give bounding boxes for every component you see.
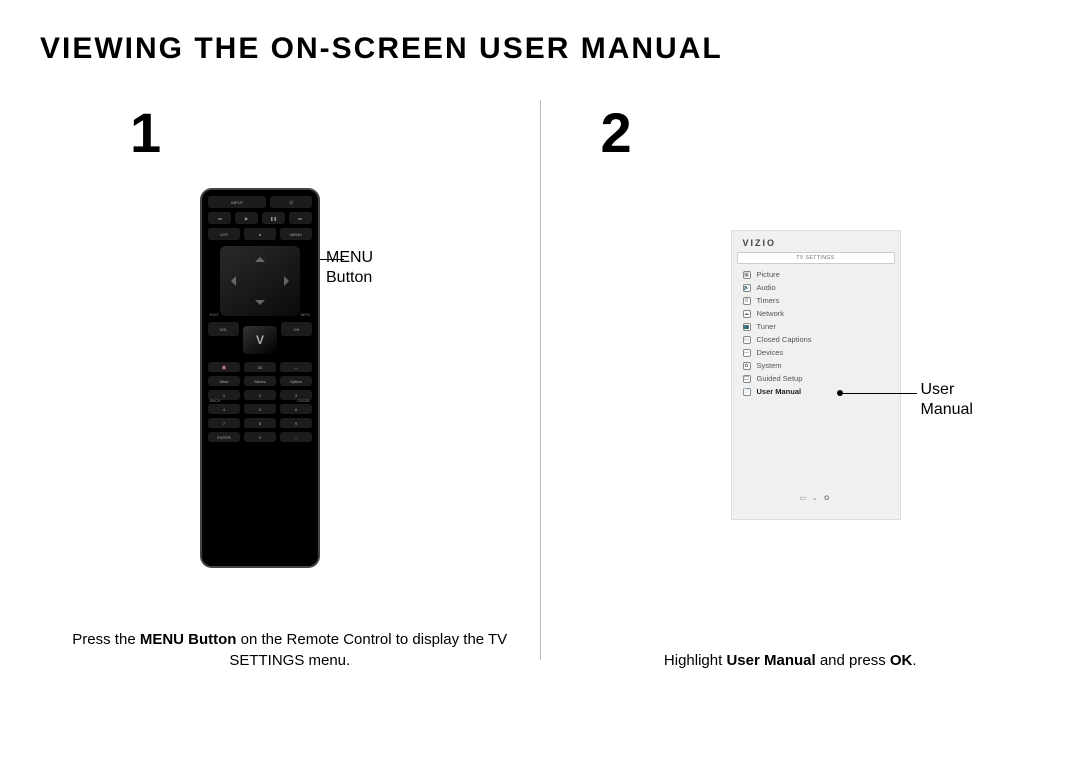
keypad-9[interactable]: 9 [280, 418, 312, 428]
um-callout-l2: Manual [921, 401, 973, 418]
keypad-6[interactable]: 6 [280, 404, 312, 414]
dpad-up-icon[interactable] [255, 252, 265, 262]
enter-button[interactable]: ENTER [208, 432, 240, 442]
menu-item-guided-setup[interactable]: 🖵 Guided Setup [731, 372, 901, 385]
menu-item-user-manual[interactable]: 📄 User Manual [731, 385, 901, 398]
hotkey-c[interactable]: Option [280, 376, 312, 386]
devices-icon: — [743, 349, 751, 357]
ch-rocker[interactable]: CH [281, 322, 312, 336]
caption-2-bold2: OK [890, 652, 913, 669]
exit-label: EXIT [210, 312, 219, 317]
menu-item-system[interactable]: ✿ System [731, 359, 901, 372]
step-2-caption: Highlight User Manual and press OK. [541, 650, 1041, 671]
menu-item-label: Closed Captions [757, 335, 812, 344]
keypad-8[interactable]: 8 [244, 418, 276, 428]
tuner-icon: 📺 [743, 323, 751, 331]
menu-item-label: Timers [757, 296, 780, 305]
caption-1-mid: on the Remote Control to display the TV … [229, 631, 507, 669]
menu-item-label: Picture [757, 270, 780, 279]
remote-control: INPUT ⏻ ◂◂ ▶ ❚❚ ▸▸ LIST ● MENU EXIT INFO [200, 188, 320, 568]
keypad-7[interactable]: 7 [208, 418, 240, 428]
menu-item-tuner[interactable]: 📺 Tuner [731, 320, 901, 333]
rewind-button[interactable]: ◂◂ [208, 212, 231, 224]
list-button[interactable]: LIST [208, 228, 240, 240]
hotkey-b[interactable]: Stereo [244, 376, 276, 386]
step-2-number: 2 [601, 100, 632, 165]
pause-button[interactable]: ❚❚ [262, 212, 285, 224]
ffwd-button[interactable]: ▸▸ [289, 212, 312, 224]
menu-item-label: Network [757, 309, 785, 318]
menu-item-label: Guided Setup [757, 374, 803, 383]
caption-1-bold: MENU Button [140, 631, 237, 648]
tv-settings-header: TV SETTINGS [737, 252, 895, 264]
dash-button[interactable]: — [280, 362, 312, 372]
v-button[interactable]: V [243, 326, 277, 354]
page-title: VIEWING THE ON-SCREEN USER MANUAL [40, 32, 723, 66]
info-label: INFO [300, 312, 310, 317]
tv-settings-menu: VIZIO TV SETTINGS ▦ Picture 🔊 Audio ⏱ Timer… [731, 230, 901, 520]
guide-label: GUIDE [297, 398, 310, 403]
keypad-2[interactable]: 2 [244, 390, 276, 400]
caption-2-post: . [912, 652, 916, 669]
menu-item-label: User Manual [757, 387, 802, 396]
back-label: BACK [210, 398, 221, 403]
keypad-4[interactable]: 4 [208, 404, 240, 414]
audio-icon: 🔊 [743, 284, 751, 292]
power-button[interactable]: ⏻ [270, 196, 312, 208]
input-button[interactable]: INPUT [208, 196, 266, 208]
timers-icon: ⏱ [743, 297, 751, 305]
menu-item-label: Tuner [757, 322, 776, 331]
picture-icon: ▦ [743, 271, 751, 279]
menu-item-timers[interactable]: ⏱ Timers [731, 294, 901, 307]
menu-callout-line2: Button [326, 269, 372, 286]
cc-icon: ▭ [743, 336, 751, 344]
caption-2-pre: Highlight [664, 652, 727, 669]
menu-item-network[interactable]: ☁ Network [731, 307, 901, 320]
menu-item-devices[interactable]: — Devices [731, 346, 901, 359]
vol-rocker[interactable]: VOL [208, 322, 239, 336]
record-button[interactable]: ● [244, 228, 276, 240]
system-icon: ✿ [743, 362, 751, 370]
dpad-left-icon[interactable] [226, 276, 236, 286]
menu-callout-line1: MENU [326, 249, 373, 266]
menu-item-label: System [757, 361, 782, 370]
keypad-0[interactable]: 0 [244, 432, 276, 442]
menu-button[interactable]: MENU [280, 228, 312, 240]
step-1-panel: 1 MENU Button INPUT ⏻ ◂◂ ▶ ❚❚ ▸▸ LIST ● … [40, 100, 540, 701]
menu-item-label: Devices [757, 348, 784, 357]
um-callout-l1: User [921, 381, 955, 398]
menu-item-cc[interactable]: ▭ Closed Captions [731, 333, 901, 346]
step-1-number: 1 [130, 100, 161, 165]
3d-button[interactable]: 3D [244, 362, 276, 372]
play-button[interactable]: ▶ [235, 212, 258, 224]
dpad-down-icon[interactable] [255, 300, 265, 310]
user-manual-icon: 📄 [743, 388, 751, 396]
guided-setup-icon: 🖵 [743, 375, 751, 383]
network-icon: ☁ [743, 310, 751, 318]
dpad[interactable] [220, 246, 300, 316]
mute-button[interactable]: 🔇 [208, 362, 240, 372]
hotkey-a[interactable]: Wide [208, 376, 240, 386]
vizio-logo: VIZIO [731, 236, 901, 252]
step-1-caption: Press the MENU Button on the Remote Cont… [40, 629, 540, 671]
dash-button-2[interactable]: — [280, 432, 312, 442]
caption-2-bold1: User Manual [726, 652, 815, 669]
menu-item-audio[interactable]: 🔊 Audio [731, 281, 901, 294]
caption-1-pre: Press the [72, 631, 140, 648]
tv-menu-footer-icons: ▭ ⌄ ✿ [731, 494, 901, 502]
dpad-right-icon[interactable] [284, 276, 294, 286]
user-manual-callout-line [841, 393, 917, 394]
user-manual-callout: User Manual [921, 380, 973, 420]
menu-button-callout: MENU Button [326, 248, 373, 288]
keypad-5[interactable]: 5 [244, 404, 276, 414]
columns: 1 MENU Button INPUT ⏻ ◂◂ ▶ ❚❚ ▸▸ LIST ● … [40, 100, 1040, 701]
step-2-panel: 2 VIZIO TV SETTINGS ▦ Picture 🔊 Audio ⏱ Tim… [541, 100, 1041, 701]
menu-item-picture[interactable]: ▦ Picture [731, 268, 901, 281]
menu-item-label: Audio [757, 283, 776, 292]
caption-2-mid: and press [816, 652, 890, 669]
